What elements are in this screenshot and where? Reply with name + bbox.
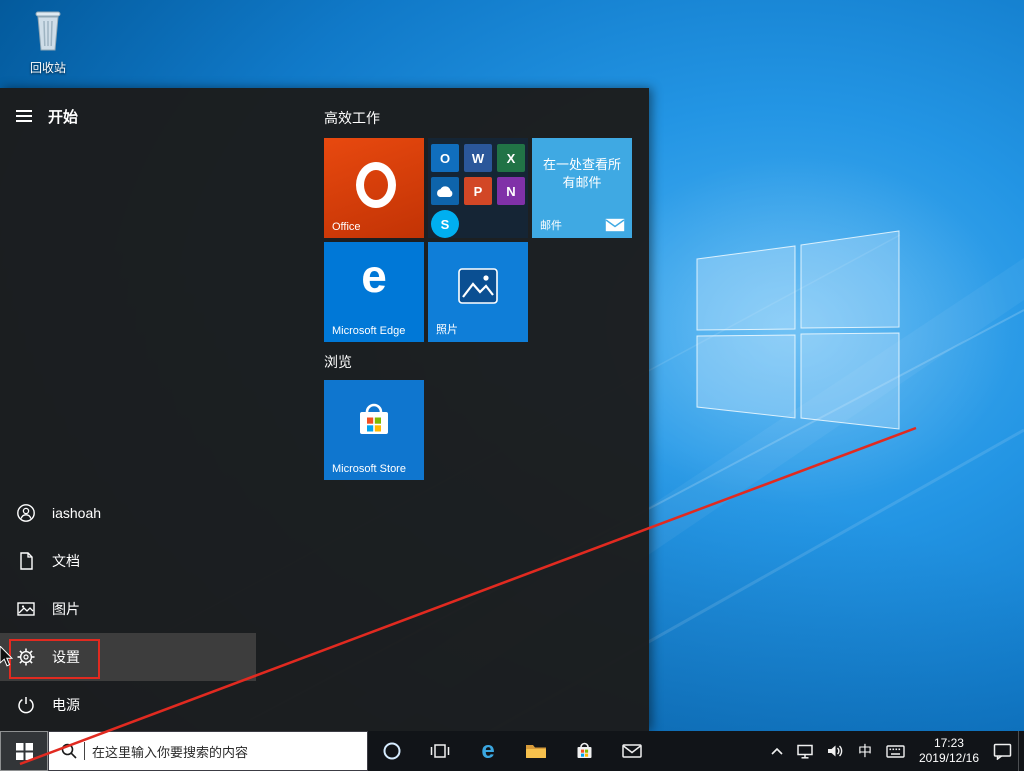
show-desktop-strip[interactable] bbox=[1018, 731, 1024, 771]
hamburger-button[interactable] bbox=[0, 96, 48, 136]
edge-logo-icon: e bbox=[324, 250, 424, 302]
tile-mail[interactable]: 在一处查看所有邮件 邮件 bbox=[532, 138, 632, 238]
photos-logo-icon bbox=[458, 268, 498, 304]
store-taskbar-button[interactable] bbox=[560, 731, 608, 771]
touch-keyboard-button[interactable] bbox=[880, 731, 911, 771]
excel-icon: X bbox=[497, 144, 525, 172]
search-caret bbox=[84, 742, 85, 760]
chevron-up-icon bbox=[770, 746, 784, 756]
onenote-icon: N bbox=[497, 177, 525, 205]
tile-store[interactable]: Microsoft Store bbox=[324, 380, 424, 480]
start-rail: iashoah 文档 bbox=[0, 489, 256, 729]
mail-envelope-icon bbox=[605, 218, 625, 232]
tile-photos-label: 照片 bbox=[436, 321, 458, 337]
user-icon bbox=[16, 503, 36, 523]
network-button[interactable] bbox=[790, 731, 820, 771]
rail-item-user[interactable]: iashoah bbox=[0, 489, 256, 537]
store-icon bbox=[575, 741, 594, 761]
rail-item-settings[interactable]: 设置 bbox=[0, 633, 256, 681]
search-placeholder-text: 在这里输入你要搜索的内容 bbox=[92, 742, 248, 761]
pictures-icon bbox=[16, 599, 36, 619]
rail-item-power[interactable]: 电源 bbox=[0, 681, 256, 729]
power-icon bbox=[16, 695, 36, 715]
speaker-icon bbox=[826, 743, 844, 759]
powerpoint-icon: P bbox=[464, 177, 492, 205]
rail-label-pictures: 图片 bbox=[52, 599, 80, 619]
tile-store-label: Microsoft Store bbox=[332, 463, 406, 475]
edge-taskbar-button[interactable]: e bbox=[464, 731, 512, 771]
gear-icon bbox=[16, 647, 36, 667]
clock-time: 17:23 bbox=[934, 736, 964, 751]
rail-label-power: 电源 bbox=[52, 695, 80, 715]
volume-button[interactable] bbox=[820, 731, 850, 771]
tile-office-folder[interactable]: O W X P N S bbox=[428, 138, 528, 238]
store-logo-icon bbox=[355, 400, 393, 440]
folder-icon bbox=[525, 742, 547, 760]
edge-icon: e bbox=[481, 739, 494, 763]
start-menu-title: 开始 bbox=[48, 106, 78, 127]
clock[interactable]: 17:23 2019/12/16 bbox=[911, 731, 987, 771]
network-icon bbox=[796, 743, 814, 760]
mail-icon bbox=[622, 743, 642, 759]
tile-group-title-productivity: 高效工作 bbox=[324, 108, 380, 128]
ime-indicator[interactable]: 中 bbox=[850, 731, 880, 771]
tile-office-label: Office bbox=[332, 221, 361, 233]
taskbar: 在这里输入你要搜索的内容 e bbox=[0, 731, 1024, 771]
keyboard-icon bbox=[886, 744, 905, 759]
tile-photos[interactable]: 照片 bbox=[428, 242, 528, 342]
cortana-button[interactable] bbox=[368, 731, 416, 771]
skype-icon: S bbox=[431, 210, 459, 238]
start-menu: 开始 iashoah bbox=[0, 88, 649, 731]
windows-logo-icon bbox=[16, 743, 33, 760]
office-folder-grid: O W X P N S bbox=[428, 138, 528, 238]
clock-date: 2019/12/16 bbox=[919, 751, 979, 766]
task-view-icon bbox=[430, 742, 450, 760]
tile-edge-label: Microsoft Edge bbox=[332, 325, 405, 337]
action-center-icon bbox=[993, 743, 1012, 760]
document-icon bbox=[16, 551, 36, 571]
word-icon: W bbox=[464, 144, 492, 172]
rail-item-documents[interactable]: 文档 bbox=[0, 537, 256, 585]
taskbar-search-box[interactable]: 在这里输入你要搜索的内容 bbox=[48, 731, 368, 771]
action-center-button[interactable] bbox=[987, 731, 1018, 771]
rail-label-settings: 设置 bbox=[52, 647, 80, 667]
cortana-icon bbox=[382, 741, 402, 761]
rail-label-documents: 文档 bbox=[52, 551, 80, 571]
hidden-icons-button[interactable] bbox=[764, 731, 790, 771]
recycle-bin-label: 回收站 bbox=[16, 59, 80, 76]
rail-label-user: iashoah bbox=[52, 505, 101, 521]
tile-group-title-browse: 浏览 bbox=[324, 352, 352, 372]
outlook-icon: O bbox=[431, 144, 459, 172]
office-logo-icon bbox=[356, 162, 396, 208]
onedrive-icon bbox=[431, 177, 459, 205]
search-icon bbox=[61, 743, 77, 759]
file-explorer-button[interactable] bbox=[512, 731, 560, 771]
task-view-button[interactable] bbox=[416, 731, 464, 771]
desktop-screen: 回收站 开始 i bbox=[0, 0, 1024, 771]
tile-mail-label: 邮件 bbox=[540, 217, 562, 233]
start-tiles-area: 高效工作 Office O W X P N S bbox=[324, 88, 644, 731]
mail-taskbar-button[interactable] bbox=[608, 731, 656, 771]
tile-edge[interactable]: e Microsoft Edge bbox=[324, 242, 424, 342]
hamburger-icon bbox=[16, 109, 32, 123]
start-menu-header: 开始 bbox=[0, 96, 256, 136]
recycle-bin-icon[interactable]: 回收站 bbox=[16, 8, 80, 76]
mail-tile-heading: 在一处查看所有邮件 bbox=[532, 156, 632, 192]
rail-item-pictures[interactable]: 图片 bbox=[0, 585, 256, 633]
start-button[interactable] bbox=[0, 731, 48, 771]
system-tray: 中 17:23 2019/12/16 bbox=[764, 731, 1024, 771]
recycle-bin-glyph bbox=[28, 8, 68, 52]
tile-office[interactable]: Office bbox=[324, 138, 424, 238]
